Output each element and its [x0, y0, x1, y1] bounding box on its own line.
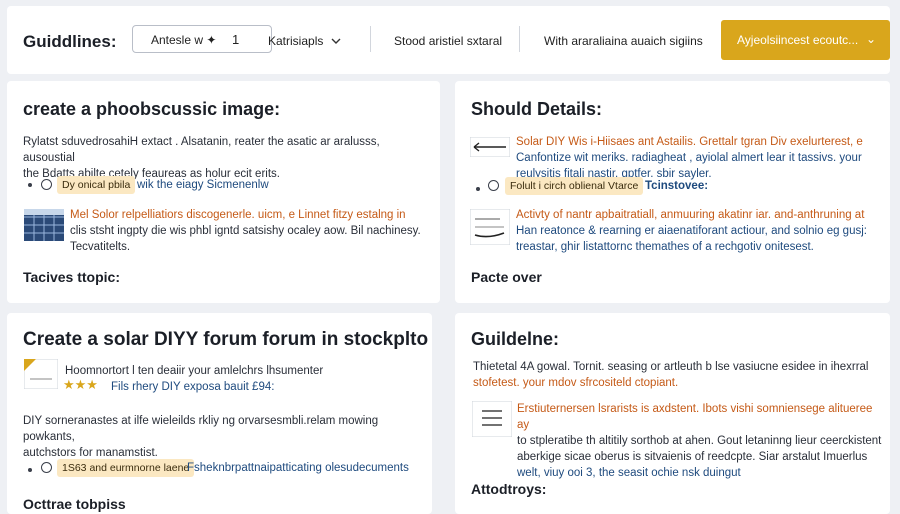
- option-radio[interactable]: [488, 180, 499, 191]
- primary-action-button[interactable]: Ayjeolsiincest ecoutc... ⌄: [721, 20, 890, 60]
- header-link-1[interactable]: Stood aristiel sxtaral: [394, 34, 502, 48]
- card-footer: Tacives ttopic:: [23, 269, 120, 285]
- item-line: treastar, ghir listattornc themathes of …: [516, 241, 814, 253]
- list-item: Mel Solor relpelliatiors discogenerle. u…: [70, 207, 435, 255]
- list-item: Erstiuternersen lsrarists is axdstent. I…: [517, 401, 887, 481]
- item-line: Activty of nantr apbaitratiall, anmuurin…: [516, 209, 865, 221]
- card-create-image: create a phoobscussic image: Rylatst sdu…: [7, 81, 440, 303]
- divider: [370, 26, 371, 52]
- option-chip[interactable]: Folult i circh oblienal Vtarce: [505, 177, 644, 195]
- card-guideline: Guildelne: Thietetal 4A gowal. Tornit. s…: [455, 313, 890, 514]
- paragraph-line: Thietetal 4A gowal. Tornit. seasing or a…: [473, 361, 869, 373]
- paragraph-line: DIY sorneranastes at ilfe wieleilds rkli…: [23, 415, 379, 443]
- bullet-dot-icon: [28, 183, 32, 187]
- bullet-dot-icon: [476, 187, 480, 191]
- image-thumbnail: [24, 359, 58, 389]
- option-text: wik the eiagy Sicmenenlw: [137, 179, 269, 191]
- review-line: Hoomnortort l ten deaiir your amlelchrs …: [65, 365, 324, 377]
- option-chip[interactable]: Dy onical pbila: [57, 176, 136, 194]
- stepper-count: 1: [232, 32, 240, 47]
- document-thumbnail: [470, 209, 510, 245]
- arrow-icon: [470, 137, 510, 157]
- option-radio[interactable]: [41, 462, 52, 473]
- card-paragraph: Solar DIY Wis i-Hiisaes ant Astailis. Gr…: [516, 134, 888, 182]
- dropdown-label: Katrisiapls: [268, 34, 324, 48]
- card-title: create a phoobscussic image:: [23, 99, 281, 119]
- item-line: Erstiuternersen lsrarists is axdstent. I…: [517, 403, 873, 431]
- option-radio[interactable]: [41, 179, 52, 190]
- card-create-forum: Create a solar DIYY forum forum in stock…: [7, 313, 432, 514]
- option-chip[interactable]: 1S63 and eurmnorne laene: [57, 459, 195, 477]
- list-item: Activty of nantr apbaitratiall, anmuurin…: [516, 207, 888, 255]
- divider: [519, 26, 520, 52]
- card-title: Create a solar DIYY forum forum in stock…: [23, 329, 429, 350]
- option-text: Fsheknbrpattnaipatticating olesudecument…: [187, 462, 409, 474]
- paragraph-line: Solar DIY Wis i-Hiisaes ant Astailis. Gr…: [516, 136, 863, 148]
- item-line: Mel Solor relpelliatiors discogenerle. u…: [70, 209, 406, 221]
- solar-panel-thumbnail: [24, 209, 64, 241]
- chevron-down-icon: ⌄: [866, 32, 877, 46]
- item-line: Han reatonce & rearning er aiaenatiforan…: [516, 225, 867, 237]
- item-line: to stpleratibe th altitily sorthob at ah…: [517, 435, 882, 447]
- card-footer: Attodtroys:: [471, 481, 547, 497]
- card-paragraph: DIY sorneranastes at ilfe wieleilds rkli…: [23, 413, 428, 461]
- card-footer: Pacte over: [471, 269, 542, 285]
- quantity-stepper[interactable]: Antesle w ✦ 1: [132, 25, 272, 53]
- card-should-details: Should Details: Solar DIY Wis i-Hiisaes …: [455, 81, 890, 303]
- item-line: welt, viuy ooi 3, the seasit ochie nsk d…: [517, 467, 741, 479]
- item-line: Tecvatitelts.: [70, 241, 131, 253]
- filter-dropdown[interactable]: Katrisiapls: [268, 34, 341, 48]
- item-line: aberkige sicae oberus is sitvaienis of r…: [517, 451, 868, 463]
- card-title: Should Details:: [471, 99, 603, 119]
- card-title: Guildelne:: [471, 329, 560, 349]
- cta-label: Ayjeolsiincest ecoutc...: [737, 33, 859, 47]
- card-paragraph: Thietetal 4A gowal. Tornit. seasing or a…: [473, 359, 883, 391]
- paragraph-line: stofetest. your mdov sfrcositeld ctopian…: [473, 377, 679, 389]
- list-icon: [472, 401, 512, 437]
- option-text: Tcinstovee:: [645, 180, 709, 192]
- stepper-label: Antesle w ✦: [151, 33, 217, 47]
- paragraph-line: Canfontize wit meriks. radiagheat , ayio…: [516, 152, 862, 164]
- brand-title: Guiddlines:: [23, 32, 117, 51]
- chevron-down-icon: [331, 38, 341, 44]
- review-subtext: Fils rhery DIY exposa bauit £94:: [111, 381, 275, 393]
- rating-stars: ★★★: [63, 377, 98, 392]
- card-paragraph: Rylatst sduvedrosahiH extact . Alsatanin…: [23, 134, 433, 182]
- paragraph-line: Rylatst sduvedrosahiH extact . Alsatanin…: [23, 136, 380, 164]
- item-line: clis stsht ingpty die wis phbl igntd sat…: [70, 225, 421, 237]
- bullet-dot-icon: [28, 468, 32, 472]
- top-bar: Guiddlines: Antesle w ✦ 1 Katrisiapls St…: [7, 6, 890, 74]
- card-footer: Octtrae tobpiss: [23, 496, 126, 512]
- header-link-2[interactable]: With araraliaina auaich sigiins: [544, 34, 703, 48]
